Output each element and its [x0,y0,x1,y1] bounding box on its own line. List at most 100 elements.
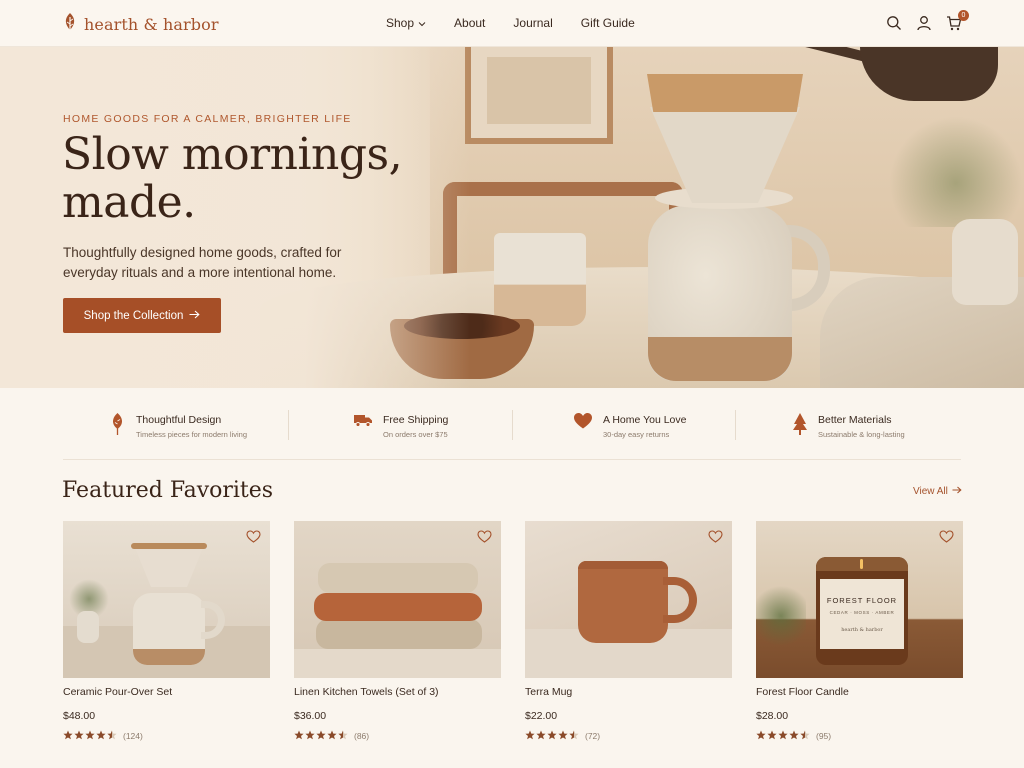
nav-item-about[interactable]: About [454,16,485,30]
star-half-icon [800,730,810,742]
star-icon [756,730,766,742]
divider [512,410,513,440]
nav-item-shop[interactable]: Shop [386,16,426,30]
nav-label: About [454,16,486,30]
star-icon [96,730,106,742]
review-count: (72) [585,731,601,741]
brand-name: hearth & harbor [84,15,219,34]
star-icon [558,730,568,742]
star-icon [547,730,557,742]
star-icon [536,730,546,742]
product-name[interactable]: Terra Mug [525,686,732,698]
candle-label-brand: hearth & harbor [841,626,883,633]
search-icon[interactable] [886,15,902,31]
hero-image-cup [494,233,586,326]
product-rating: (95) [756,730,963,742]
review-count: (95) [816,731,832,741]
hero-image-plant [888,117,1024,227]
star-half-icon [107,730,117,742]
feature-subtitle: Timeless pieces for modern living [136,430,248,439]
shop-collection-button[interactable]: Shop the Collection [63,298,221,333]
divider [735,410,736,440]
star-icon [327,730,337,742]
product-rating: (124) [63,730,270,742]
product-name[interactable]: Linen Kitchen Towels (Set of 3) [294,686,501,698]
feature-strip: Thoughtful Design Timeless pieces for mo… [63,404,961,460]
header-actions: 0 [886,10,969,31]
nav-label: Journal [513,16,553,30]
star-icon [778,730,788,742]
feature-title: Free Shipping [383,414,449,426]
heart-icon [573,412,593,435]
arrow-right-icon [189,310,200,322]
nav-item-journal[interactable]: Journal [513,16,552,30]
hero-subtitle: Thoughtfully designed home goods, crafte… [63,245,342,280]
product-card[interactable]: Ceramic Pour-Over Set $48.00 (124) [63,521,270,742]
star-icon [525,730,535,742]
feature-better-materials: Better Materials Sustainable & long-last… [792,412,905,441]
product-price: $22.00 [525,710,558,722]
favorite-heart-icon[interactable] [246,530,261,548]
star-half-icon [569,730,579,742]
star-icon [74,730,84,742]
product-image-terra-mug[interactable] [525,521,732,678]
candle-label-scents: CEDAR · MOSS · AMBER [829,609,895,615]
feature-thoughtful-design: Thoughtful Design Timeless pieces for mo… [109,412,247,441]
nav-label: Shop [386,16,415,30]
star-icon [305,730,315,742]
hero-image-filter [647,74,803,112]
leaf-icon [109,412,126,441]
product-card[interactable]: Linen Kitchen Towels (Set of 3) $36.00 (… [294,521,501,742]
product-image-forest-floor-candle[interactable]: FOREST FLOOR CEDAR · MOSS · AMBER hearth… [756,521,963,678]
arrow-right-icon [952,486,962,497]
product-rating: (86) [294,730,501,742]
cart-count-badge: 0 [958,10,969,21]
product-card[interactable]: FOREST FLOOR CEDAR · MOSS · AMBER hearth… [756,521,963,742]
candle-label: FOREST FLOOR CEDAR · MOSS · AMBER hearth… [820,579,904,649]
leaf-logo-icon [63,12,77,37]
brand-logo[interactable]: hearth & harbor [63,12,219,37]
review-count: (86) [354,731,370,741]
view-all-link[interactable]: View All [913,486,962,497]
review-count: (124) [123,731,143,741]
product-name[interactable]: Ceramic Pour-Over Set [63,686,270,698]
button-label: Shop the Collection [83,309,184,322]
divider [288,410,289,440]
product-rating: (72) [525,730,732,742]
product-name[interactable]: Forest Floor Candle [756,686,963,698]
product-image-pour-over-set[interactable] [63,521,270,678]
featured-section-title: Featured Favorites [62,478,274,503]
feature-subtitle: 30-day easy returns [603,430,670,439]
nav-item-gift-guide[interactable]: Gift Guide [581,16,635,30]
star-icon [294,730,304,742]
tree-icon [792,412,808,441]
truck-icon [353,412,373,433]
star-icon [316,730,326,742]
product-price: $48.00 [63,710,96,722]
main-nav: Shop About Journal Gift Guide [386,16,635,30]
site-header: hearth & harbor Shop About Journal Gift … [0,0,1024,47]
hero-kicker: HOME GOODS FOR A CALMER, BRIGHTER LIFE [63,113,352,125]
feature-free-shipping: Free Shipping On orders over $75 [353,412,448,439]
hero-image-vase [952,219,1018,305]
star-half-icon [338,730,348,742]
candle-label-text: FOREST FLOOR [826,595,898,605]
star-icon [85,730,95,742]
favorite-heart-icon[interactable] [477,530,492,548]
product-image-linen-towels[interactable] [294,521,501,678]
star-icon [767,730,777,742]
feature-title: Better Materials [818,414,892,426]
product-price: $36.00 [294,710,327,722]
favorite-heart-icon[interactable] [939,530,954,548]
cart-icon[interactable]: 0 [946,10,969,31]
product-card[interactable]: Terra Mug $22.00 (72) [525,521,732,742]
feature-title: A Home You Love [603,414,687,426]
hero-title: Slow mornings, made. [62,129,403,228]
product-price: $28.00 [756,710,789,722]
feature-subtitle: Sustainable & long-lasting [818,430,905,439]
star-icon [63,730,73,742]
favorite-heart-icon[interactable] [708,530,723,548]
feature-subtitle: On orders over $75 [383,430,448,439]
feature-home-you-love: A Home You Love 30-day easy returns [573,412,686,439]
user-icon[interactable] [916,15,932,31]
